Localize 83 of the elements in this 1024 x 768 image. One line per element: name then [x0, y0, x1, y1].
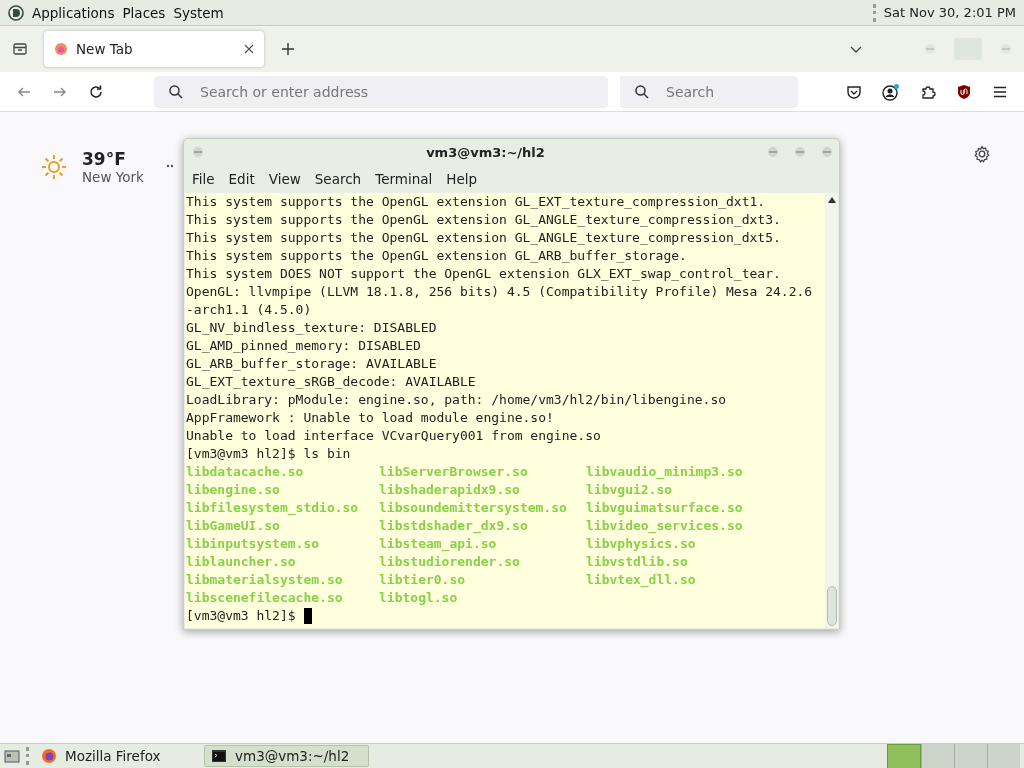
file-name: libvstdlib.so [586, 553, 689, 571]
file-name: libvideo_services.so [586, 517, 744, 535]
scroll-up-icon[interactable] [827, 197, 836, 203]
terminal-line: GL_ARB_buffer_storage: AVAILABLE [186, 355, 438, 373]
clock[interactable]: Sat Nov 30, 2:01 PM [883, 5, 1016, 20]
address-bar[interactable]: Search or enter address [154, 75, 608, 108]
menu-item[interactable]: System [173, 4, 224, 21]
firefox-icon [54, 42, 68, 56]
logo-icon[interactable] [8, 4, 24, 21]
file-name: libvaudio_minimp3.so [586, 463, 744, 481]
address-input[interactable]: Search or enter address [198, 82, 594, 101]
search-icon[interactable] [168, 83, 184, 100]
menu-item[interactable]: Places [122, 4, 166, 21]
file-name: libtier0.so [379, 571, 467, 589]
menu-item[interactable]: Terminal [368, 171, 440, 187]
file-name: libGameUI.so [186, 517, 281, 535]
file-name: libServerBrowser.so [379, 463, 529, 481]
menu-item[interactable]: Edit [221, 171, 262, 187]
menu-item[interactable]: Help [439, 171, 485, 187]
file-name: libsoundemittersystem.so [379, 499, 568, 517]
settings-icon[interactable] [973, 145, 991, 163]
browser-tab[interactable]: New Tab [44, 31, 264, 67]
terminal-line: This system supports the OpenGL extension GL_ANGLE_texture_compression_dxt5. [186, 229, 782, 247]
file-name: libdatacache.so [186, 463, 305, 481]
shell-prompt: [vm3@vm3 hl2]$ [186, 607, 296, 625]
workspace-switcher[interactable] [887, 743, 1020, 768]
taskbar-button[interactable]: vm3@vm3:~/hl2 [204, 745, 369, 767]
search-input[interactable]: Search [664, 82, 784, 101]
file-name: libstudiorender.so [379, 553, 521, 571]
tab-list-icon[interactable] [12, 41, 28, 57]
account-icon[interactable] [882, 82, 900, 101]
temperature: 39°F [82, 149, 127, 169]
plus-icon[interactable] [280, 41, 296, 57]
scrollbar[interactable] [825, 193, 838, 628]
file-name: libstdshader_dx9.so [379, 517, 529, 535]
shield-icon[interactable] [956, 83, 972, 100]
terminal-line: This system DOES NOT support the OpenGL extension GLX_EXT_swap_control_tear. [186, 265, 782, 283]
menu-item[interactable]: View [261, 171, 308, 187]
window-title: vm3@vm3:~/hl2 [425, 144, 546, 160]
terminal-line: GL_NV_bindless_texture: DISABLED [186, 319, 438, 337]
search-bar[interactable]: Search [620, 75, 798, 108]
terminal-line: GL_EXT_texture_sRGB_decode: AVAILABLE [186, 373, 477, 391]
firefox-icon [41, 748, 57, 764]
file-name: libvgui2.so [586, 481, 674, 499]
terminal-icon [211, 748, 227, 764]
terminal-line: GL_AMD_pinned_memory: DISABLED [186, 337, 422, 355]
show-desktop-icon[interactable] [4, 748, 20, 764]
pocket-icon[interactable] [846, 83, 862, 100]
terminal-line: LoadLibrary: pModule: engine.so, path: /home/vm3/hl2/bin/libengine.so [186, 391, 728, 409]
terminal-line: This system supports the OpenGL extension GL_ARB_buffer_storage. [186, 247, 688, 265]
taskbar-button[interactable]: Mozilla Firefox [35, 745, 200, 767]
file-name: libscenefilecache.so [186, 589, 344, 607]
scrollbar-thumb[interactable] [826, 586, 837, 626]
reload-icon[interactable] [88, 83, 104, 100]
terminal-line: AppFramework : Unable to load module engine.so! [186, 409, 555, 427]
file-name: libmaterialsystem.so [186, 571, 344, 589]
sun-icon [40, 153, 68, 181]
file-name: libfilesystem_stdio.so [186, 499, 360, 517]
menu-item[interactable]: File [185, 171, 222, 187]
file-name: libinputsystem.so [186, 535, 321, 553]
terminal-line: This system supports the OpenGL extension GL_ANGLE_texture_compression_dxt3. [186, 211, 782, 229]
file-name: libvtex_dll.so [586, 571, 697, 589]
menu-item[interactable]: Applications [32, 4, 115, 21]
text-cursor [303, 608, 312, 624]
file-name: libengine.so [186, 481, 281, 499]
terminal-line: OpenGL: llvmpipe (LLVM 18.1.8, 256 bits) 4.5 (Compatibility Profile) Mesa 24.2.6 [186, 283, 814, 301]
more-icon[interactable] [165, 164, 176, 168]
terminal-line: Unable to load interface VCvarQuery001 from engine.so [186, 427, 602, 445]
file-name: liblauncher.so [186, 553, 297, 571]
terminal-line: -arch1.1 (4.5.0) [186, 301, 313, 319]
file-name: libsteam_api.so [379, 535, 498, 553]
terminal-line: This system supports the OpenGL extension GL_EXT_texture_compression_dxt1. [186, 193, 767, 211]
city-name: New York [82, 169, 144, 185]
file-name: libvguimatsurface.so [586, 499, 744, 517]
taskbar-handle[interactable] [26, 747, 29, 765]
puzzle-icon[interactable] [920, 83, 936, 100]
panel-handle[interactable] [872, 3, 876, 22]
menu-item[interactable]: Search [307, 171, 369, 187]
search-icon[interactable] [634, 83, 650, 100]
file-name: libshaderapidx9.so [379, 481, 521, 499]
terminal-line: [vm3@vm3 hl2]$ ls bin [186, 445, 352, 463]
file-name: libtogl.so [379, 589, 459, 607]
file-name: libvphysics.so [586, 535, 697, 553]
